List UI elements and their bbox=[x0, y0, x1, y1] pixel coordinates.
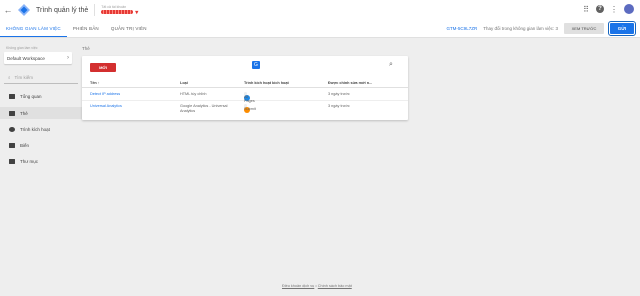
last-edited: 3 ngày trước bbox=[328, 92, 350, 96]
account-name-redacted[interactable]: ▾ bbox=[101, 9, 138, 16]
search-placeholder: Tìm kiếm bbox=[14, 75, 34, 80]
apps-grid-icon[interactable]: ⠿ bbox=[581, 4, 591, 14]
sidebar-item-label: Tổng quan bbox=[20, 93, 42, 99]
column-header-triggers[interactable]: Trình kích hoạt kích hoạt bbox=[244, 81, 289, 85]
account-selector[interactable]: Tất cả tài khoản ▾ bbox=[101, 5, 138, 16]
sidebar-item-label: Trình kích hoạt bbox=[20, 126, 50, 132]
sidebar-item-folders[interactable]: Thư mục bbox=[0, 155, 82, 167]
last-edited: 3 ngày trước bbox=[328, 104, 350, 108]
submit-button[interactable]: GỬI bbox=[608, 21, 636, 36]
column-header-type[interactable]: Loại bbox=[180, 81, 188, 85]
tab-workspace[interactable]: KHÔNG GIAN LÀM VIỆC bbox=[0, 20, 67, 37]
trigger-chip-label: Submit bbox=[244, 106, 256, 111]
variable-icon bbox=[9, 142, 15, 148]
back-arrow-icon[interactable]: ← bbox=[3, 5, 13, 15]
table-header: Tên ↑ Loại Trình kích hoạt kích hoạt Đượ… bbox=[82, 78, 408, 88]
trigger-icon bbox=[9, 126, 15, 132]
chevron-down-icon: ▾ bbox=[135, 9, 139, 16]
tab-admin[interactable]: QUẢN TRỊ VIÊN bbox=[105, 20, 153, 37]
folder-icon bbox=[9, 158, 15, 164]
tag-icon bbox=[9, 110, 15, 116]
chevron-right-icon: › bbox=[67, 55, 69, 61]
gtm-logo-icon bbox=[18, 4, 30, 16]
container-id-link[interactable]: GTM-5C9L7ZR bbox=[446, 26, 477, 31]
sidebar-item-variables[interactable]: Biến bbox=[0, 139, 82, 151]
translate-icon[interactable]: G bbox=[252, 61, 260, 69]
tag-type: HTML tùy chỉnh bbox=[180, 92, 207, 96]
sidebar-item-label: Biến bbox=[20, 142, 30, 148]
tab-versions[interactable]: PHIÊN BẢN bbox=[67, 20, 105, 37]
preview-button[interactable]: XEM TRƯỚC bbox=[564, 23, 604, 34]
sidebar-search[interactable]: ⌕ Tìm kiếm bbox=[4, 72, 78, 84]
sidebar-item-label: Thư mục bbox=[20, 158, 39, 164]
sidebar-item-overview[interactable]: Tổng quan bbox=[0, 90, 82, 102]
help-icon[interactable]: ? bbox=[596, 5, 604, 13]
tag-name-link[interactable]: Detect IP address bbox=[90, 92, 120, 96]
search-icon[interactable]: ⌕ bbox=[389, 61, 393, 69]
column-header-edited[interactable]: Được chỉnh sửa mới n... bbox=[328, 81, 372, 85]
column-header-name[interactable]: Tên ↑ bbox=[90, 81, 100, 85]
overview-icon bbox=[9, 93, 15, 99]
workspace-value: Default Workspace bbox=[7, 55, 45, 61]
footer: Điều khoản dịch vụ • Chính sách bảo mật bbox=[282, 284, 352, 288]
sidebar-item-tags[interactable]: Thẻ bbox=[0, 107, 82, 119]
header-divider bbox=[94, 4, 96, 16]
tags-table-card: MỚI G ⌕ Tên ↑ Loại Trình kích hoạt kích … bbox=[82, 56, 408, 120]
terms-link[interactable]: Điều khoản dịch vụ bbox=[282, 284, 314, 288]
workspace-label: Không gian làm việc bbox=[6, 46, 38, 50]
table-row[interactable]: Detect IP address HTML tùy chỉnh All Pag… bbox=[82, 89, 408, 103]
privacy-link[interactable]: Chính sách bảo mật bbox=[318, 284, 352, 288]
avatar[interactable] bbox=[624, 4, 634, 14]
tag-type: Google Analytics - Universal Analytics bbox=[180, 104, 228, 113]
new-tag-button[interactable]: MỚI bbox=[90, 63, 116, 72]
tag-name-link[interactable]: Universal Analytics bbox=[90, 104, 122, 108]
app-title: Trình quản lý thẻ bbox=[36, 6, 89, 14]
footer-separator: • bbox=[315, 284, 317, 288]
search-icon: ⌕ bbox=[8, 75, 11, 80]
sidebar: Không gian làm việc Default Workspace › … bbox=[0, 38, 82, 296]
sidebar-item-triggers[interactable]: Trình kích hoạt bbox=[0, 123, 82, 135]
workspace-selector[interactable]: Default Workspace › bbox=[4, 52, 72, 64]
workspace-changes-count: Thay đổi trong không gian làm việc: 3 bbox=[483, 26, 558, 31]
trigger-chip[interactable]: All Pages bbox=[244, 91, 255, 103]
top-app-bar: ← Trình quản lý thẻ Tất cả tài khoản ▾ ⠿… bbox=[0, 0, 640, 20]
sidebar-item-label: Thẻ bbox=[20, 110, 28, 116]
workspace-nav: KHÔNG GIAN LÀM VIỆC PHIÊN BẢN QUẢN TRỊ V… bbox=[0, 20, 640, 38]
more-vert-icon[interactable]: ⋮ bbox=[609, 4, 619, 14]
table-row[interactable]: Universal Analytics Google Analytics - U… bbox=[82, 101, 408, 115]
trigger-chip[interactable]: Submit bbox=[244, 103, 256, 113]
page-title: Thẻ bbox=[82, 46, 90, 51]
